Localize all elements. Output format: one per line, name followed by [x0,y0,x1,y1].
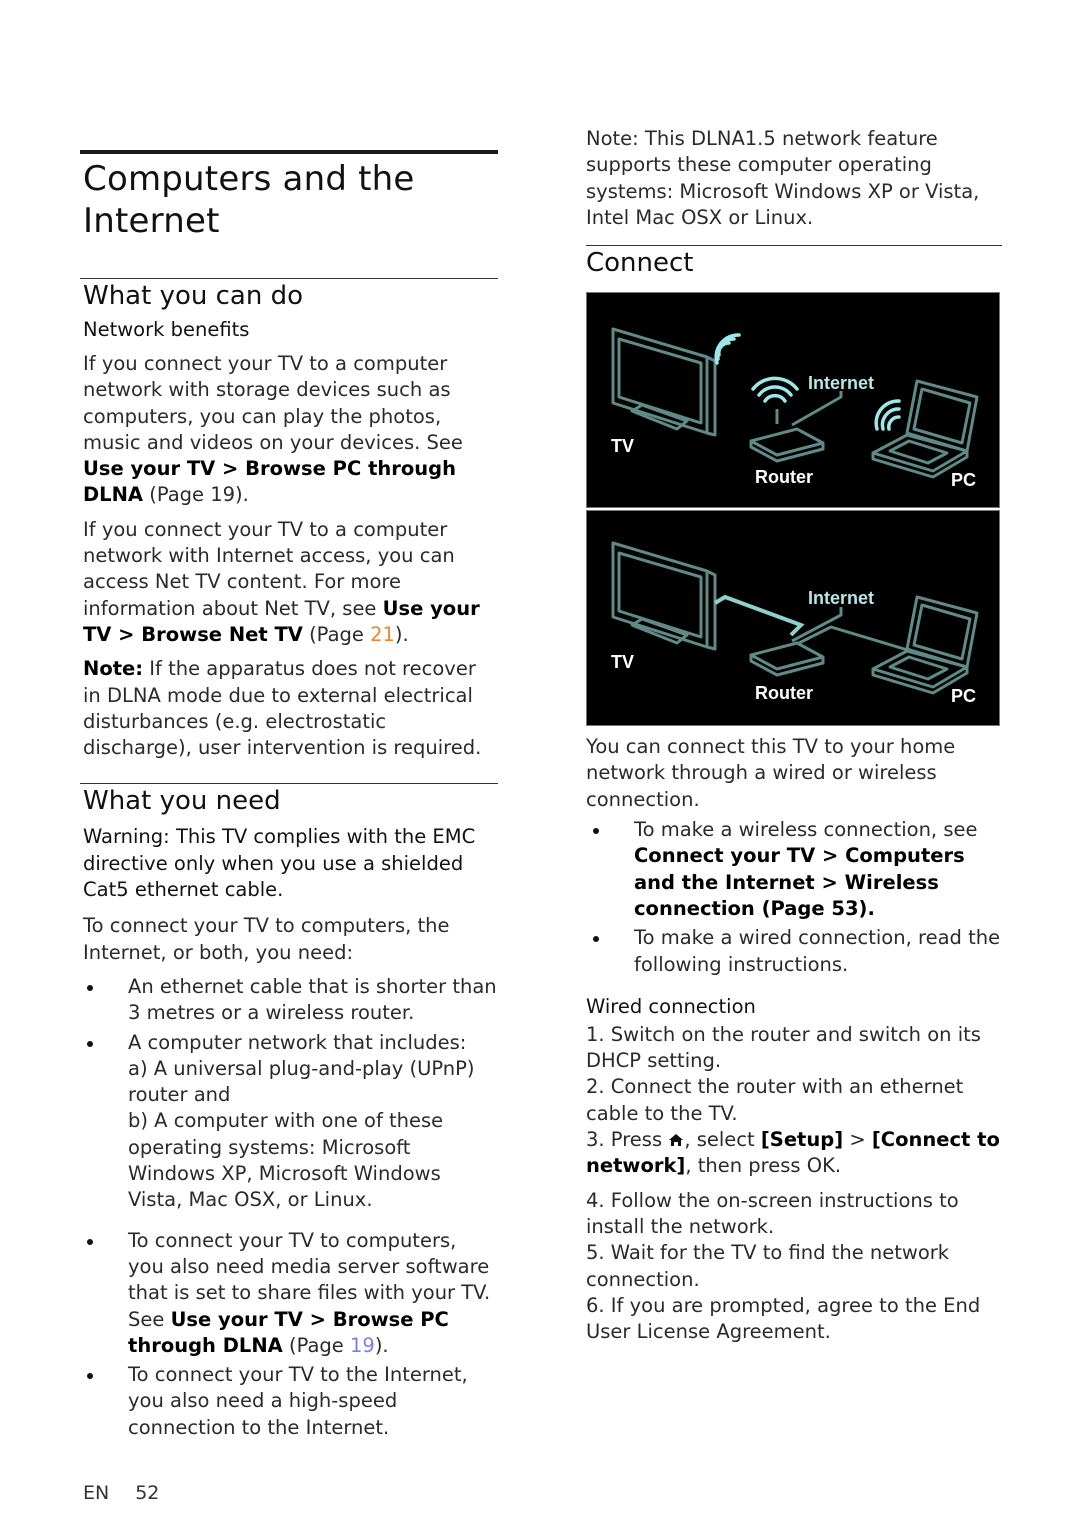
home-icon [669,1134,684,1147]
requirements-list-2: To connect your TV to computers, you als… [80,1228,498,1441]
paragraph-connect-intro: You can connect this TV to your home net… [586,735,956,811]
list-item: To make a wired connection, read the fol… [586,925,1002,978]
diagram-label-router: Router [755,467,813,488]
list-item: A computer network that includes: a) A un… [80,1030,498,1214]
section-heading-what-you-need: What you need [83,786,281,817]
list-item: To make a wireless connection, see Conne… [586,817,1002,922]
page-link-19[interactable]: 19 [350,1334,375,1357]
list-item: An ethernet cable that is shorter than 3… [80,974,498,1027]
connect-options-list: To make a wireless connection, see Conne… [586,817,1002,978]
diagram-label-router: Router [755,683,813,704]
subheading-wired-connection: Wired connection [586,994,756,1018]
step-1: 1. Switch on the router and switch on it… [586,1022,981,1073]
bullet-icon [87,1238,93,1245]
link-browse-pc[interactable]: Use your TV > Browse PC through DLNA [83,457,456,506]
list-item: To connect your TV to the Internet, you … [80,1362,498,1441]
tv-icon [611,541,717,651]
warning-emc: Warning: This TV complies with the EMC d… [83,825,476,902]
note-dlna15: Note: This DLNA1.5 network feature suppo… [586,127,980,229]
tv-icon [611,327,717,437]
right-column: Note: This DLNA1.5 network feature suppo… [586,126,1002,1345]
diagram-label-tv: TV [611,652,635,673]
link-wireless-connection[interactable]: Connect your TV > Computers and the Inte… [634,844,965,920]
step-5: 5. Wait for the TV to find the network c… [586,1241,950,1291]
step-4: 4. Follow the on-screen instructions to … [586,1188,959,1238]
title-rule [80,150,498,154]
diagram-label-pc: PC [951,470,977,491]
wireless-connection-diagram: TV Router Internet PC [586,292,1000,509]
paragraph-you-need: To connect your TV to computers, the Int… [83,914,450,964]
page-footer: EN 52 [83,1482,185,1504]
requirements-list: An ethernet cable that is shorter than 3… [80,974,498,1214]
page-link-21[interactable]: 21 [370,623,395,646]
footer-page-number: 52 [135,1482,160,1504]
bullet-icon [593,936,599,943]
diagram-label-tv: TV [611,436,635,457]
diagram-label-internet: Internet [808,373,875,394]
step-3: 3. Press , select [Setup] > [Connect to … [586,1128,1000,1178]
left-column: Computers and the Internet What you can … [80,150,498,1449]
page-title: Computers and the Internet [83,159,415,241]
list-item: To connect your TV to computers, you als… [80,1228,498,1359]
paragraph-storage: If you connect your TV to a computer net… [83,352,463,507]
step-6: 6. If you are prompted, agree to the End… [586,1293,981,1344]
bullet-icon [87,1040,93,1047]
subheading-network-benefits: Network benefits [83,318,250,341]
diagram-label-internet: Internet [808,588,875,609]
paragraph-net-tv: If you connect your TV to a computer net… [83,517,480,646]
section-heading-connect: Connect [586,248,694,279]
wired-connection-diagram: TV Router Internet PC [586,510,1000,727]
diagram-label-pc: PC [951,686,977,707]
note-dlna: Note: If the apparatus does not recover … [83,657,482,760]
bullet-icon [87,1373,93,1380]
bullet-icon [593,828,599,835]
footer-language: EN [83,1482,110,1504]
menu-setup: [Setup] [760,1128,844,1152]
bullet-icon [87,984,93,991]
ethernet-cable-icon [713,594,805,637]
section-heading-what-you-can-do: What you can do [83,281,303,311]
step-2: 2. Connect the router with an ethernet c… [586,1075,964,1125]
